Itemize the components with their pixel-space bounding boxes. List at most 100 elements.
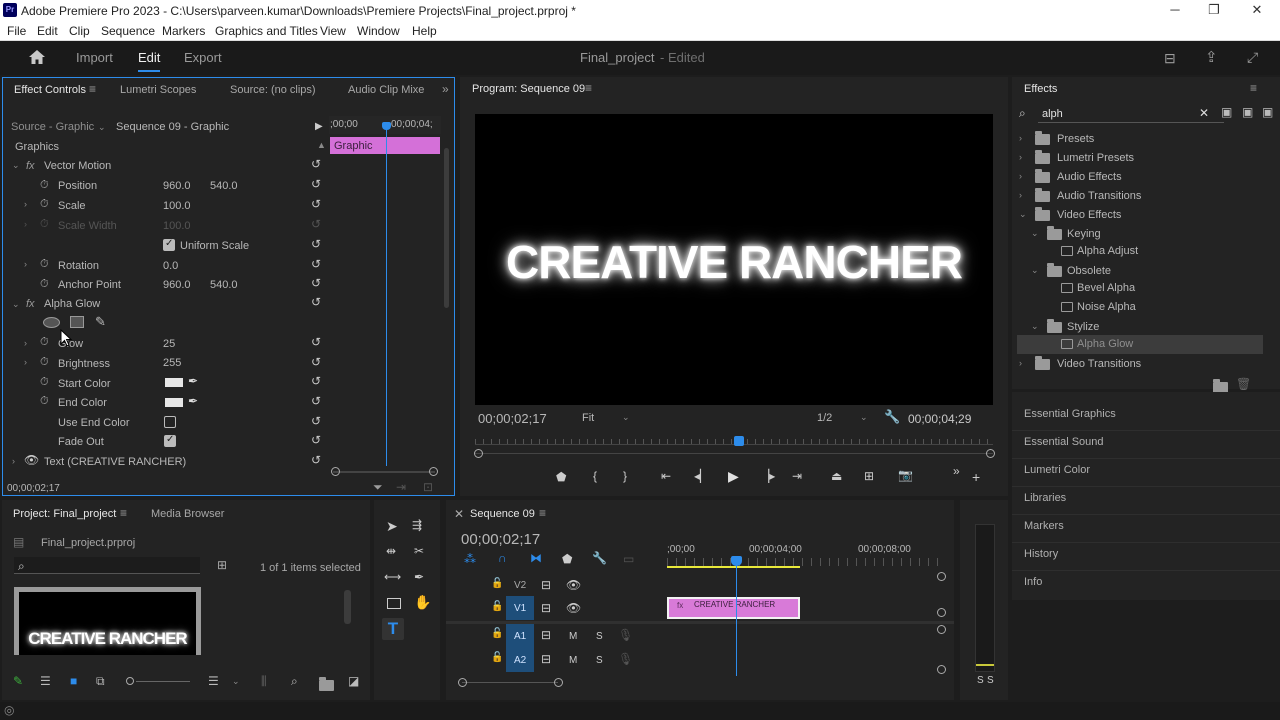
collapse-up-icon[interactable]: ▲ bbox=[317, 140, 326, 150]
tree-noise-alpha[interactable]: Noise Alpha bbox=[1077, 301, 1136, 313]
rectangle-mask-icon[interactable] bbox=[70, 316, 84, 328]
close-sequence-icon[interactable]: ✕ bbox=[454, 507, 464, 521]
end-color-swatch[interactable] bbox=[165, 398, 183, 407]
start-color-swatch[interactable] bbox=[165, 378, 183, 387]
timeline-zoom-left-handle[interactable] bbox=[458, 678, 467, 687]
maximize-icon[interactable]: ❐ bbox=[1199, 2, 1229, 18]
rotation-value[interactable]: 0.0 bbox=[163, 260, 178, 272]
v2-lock-icon[interactable]: 🔓 bbox=[491, 578, 503, 589]
track-v1[interactable]: V1 bbox=[514, 603, 526, 614]
edit-tab[interactable]: Edit bbox=[138, 50, 160, 65]
menu-edit[interactable]: Edit bbox=[37, 24, 58, 38]
tab-lumetri-scopes[interactable]: Lumetri Scopes bbox=[120, 84, 196, 96]
list-view-icon[interactable]: ☰ bbox=[40, 674, 51, 688]
fullscreen-icon[interactable]: ⤢ bbox=[1247, 49, 1258, 66]
program-timecode[interactable]: 00;00;02;17 bbox=[478, 411, 547, 426]
mark-in-icon[interactable]: { bbox=[593, 469, 597, 483]
effect-playhead-handle[interactable] bbox=[382, 122, 391, 130]
audio-scroll-bottom-handle[interactable] bbox=[937, 665, 946, 674]
use-end-color-checkbox[interactable] bbox=[164, 416, 176, 428]
reset-end-color-icon[interactable]: ↺ bbox=[311, 394, 321, 408]
pen-tool-icon[interactable]: ✒ bbox=[414, 570, 424, 584]
rotation-stopwatch-icon[interactable]: ⏱ bbox=[40, 258, 49, 271]
icon-view-icon[interactable]: ■ bbox=[70, 674, 77, 688]
a2-lock-icon[interactable]: 🔓 bbox=[491, 652, 503, 663]
more-controls-icon[interactable]: » bbox=[953, 464, 960, 478]
presets-chevron-icon[interactable]: › bbox=[1019, 133, 1022, 143]
video-scroll-top-handle[interactable] bbox=[937, 572, 946, 581]
panel-menu-icon[interactable]: ≡ bbox=[89, 82, 96, 96]
track-a2[interactable]: A2 bbox=[514, 655, 526, 666]
rotation-chevron-icon[interactable]: › bbox=[24, 259, 27, 269]
reset-glow-icon[interactable]: ↺ bbox=[311, 335, 321, 349]
tree-presets[interactable]: Presets bbox=[1057, 133, 1094, 145]
sort-chevron-icon[interactable]: ⌄ bbox=[232, 676, 240, 687]
reset-uniform-scale-icon[interactable]: ↺ bbox=[311, 237, 321, 251]
program-playhead[interactable] bbox=[734, 436, 744, 446]
go-to-in-icon[interactable]: ⇤ bbox=[661, 469, 671, 483]
fade-out-checkbox[interactable] bbox=[164, 434, 176, 447]
pen-mask-icon[interactable]: ✎ bbox=[95, 314, 106, 330]
go-to-out-icon[interactable]: ⇥ bbox=[792, 469, 802, 483]
scale-chevron-icon[interactable]: › bbox=[24, 199, 27, 209]
sort-icons-icon[interactable]: ☰ bbox=[208, 674, 219, 688]
tab-media-browser[interactable]: Media Browser bbox=[151, 508, 224, 520]
zoom-slider-left-handle[interactable] bbox=[331, 467, 340, 476]
tab-source[interactable]: Source: (no clips) bbox=[230, 84, 316, 96]
position-stopwatch-icon[interactable]: ⏱ bbox=[40, 179, 49, 192]
filter-icon[interactable]: ⏷ bbox=[373, 480, 383, 495]
track-select-tool-icon[interactable]: ⇶ bbox=[412, 518, 422, 532]
zoom-slider-right-handle[interactable] bbox=[429, 467, 438, 476]
audio-effects-chevron-icon[interactable]: › bbox=[1019, 171, 1022, 181]
menu-window[interactable]: Window bbox=[357, 24, 400, 38]
tree-keying[interactable]: Keying bbox=[1067, 228, 1101, 240]
a1-lock-icon[interactable]: 🔓 bbox=[491, 628, 503, 639]
timeline-settings-icon[interactable]: 🔧 bbox=[592, 551, 607, 565]
slip-tool-icon[interactable]: ⟷ bbox=[384, 570, 401, 584]
uniform-scale-checkbox[interactable] bbox=[163, 238, 175, 251]
history-tab[interactable]: History bbox=[1024, 548, 1058, 560]
step-back-icon[interactable]: ◂▏ bbox=[694, 469, 709, 483]
new-bin-from-search-icon[interactable]: ⊞ bbox=[217, 558, 227, 572]
v1-sync-icon[interactable]: ⊟ bbox=[541, 601, 551, 615]
thumbnail-size-slider[interactable] bbox=[136, 681, 190, 682]
alpha-glow-fx-icon[interactable]: fx bbox=[26, 298, 35, 310]
a1-mute-button[interactable]: M bbox=[569, 631, 577, 642]
timeline-timecode[interactable]: 00;00;02;17 bbox=[461, 531, 540, 548]
info-tab[interactable]: Info bbox=[1024, 576, 1042, 588]
close-window-icon[interactable]: ✕ bbox=[1242, 2, 1272, 18]
keying-chevron-icon[interactable]: ⌄ bbox=[1031, 228, 1039, 239]
type-tool-icon[interactable]: T bbox=[382, 618, 404, 640]
nest-icon[interactable]: ⁂ bbox=[464, 552, 476, 566]
meter-solo-right[interactable]: S bbox=[987, 675, 994, 686]
resolution-chevron-icon[interactable]: ⌄ bbox=[860, 412, 868, 423]
reset-scale-icon[interactable]: ↺ bbox=[311, 197, 321, 211]
track-v2[interactable]: V2 bbox=[514, 580, 526, 591]
yuv-effects-icon[interactable]: ▣ bbox=[1262, 105, 1273, 119]
markers-tab[interactable]: Markers bbox=[1024, 520, 1064, 532]
work-area-bar[interactable] bbox=[667, 566, 800, 568]
brightness-value[interactable]: 255 bbox=[163, 357, 181, 369]
timeline-zoom-right-handle[interactable] bbox=[554, 678, 563, 687]
reset-anchor-point-icon[interactable]: ↺ bbox=[311, 276, 321, 290]
export-frame-camera-icon[interactable]: 📷 bbox=[898, 468, 913, 482]
play-icon[interactable]: ▶ bbox=[728, 468, 739, 485]
reset-fade-out-icon[interactable]: ↺ bbox=[311, 433, 321, 447]
linked-selection-icon[interactable]: ⧓ bbox=[530, 551, 542, 565]
program-monitor-title[interactable]: Program: Sequence 09 bbox=[472, 83, 585, 95]
timeline-playhead-handle[interactable] bbox=[731, 556, 742, 566]
glow-value[interactable]: 25 bbox=[163, 338, 175, 350]
play-effect-icon[interactable]: ▶ bbox=[315, 121, 323, 132]
timeline-playhead-line[interactable] bbox=[736, 562, 737, 676]
reset-position-icon[interactable]: ↺ bbox=[311, 177, 321, 191]
position-y-value[interactable]: 540.0 bbox=[210, 180, 238, 192]
menu-clip[interactable]: Clip bbox=[69, 24, 90, 38]
eye-visibility-icon[interactable]: 👁 bbox=[24, 453, 39, 467]
effects-menu-icon[interactable]: ≡ bbox=[1250, 81, 1257, 95]
clear-search-icon[interactable]: ✕ bbox=[1199, 106, 1209, 120]
start-color-stopwatch-icon[interactable]: ⏱ bbox=[40, 376, 49, 389]
add-marker-icon[interactable]: ⬟ bbox=[556, 470, 566, 484]
reset-text-layer-icon[interactable]: ↺ bbox=[311, 453, 321, 467]
reset-brightness-icon[interactable]: ↺ bbox=[311, 355, 321, 369]
end-color-eyedropper-icon[interactable]: ✒ bbox=[188, 394, 198, 408]
